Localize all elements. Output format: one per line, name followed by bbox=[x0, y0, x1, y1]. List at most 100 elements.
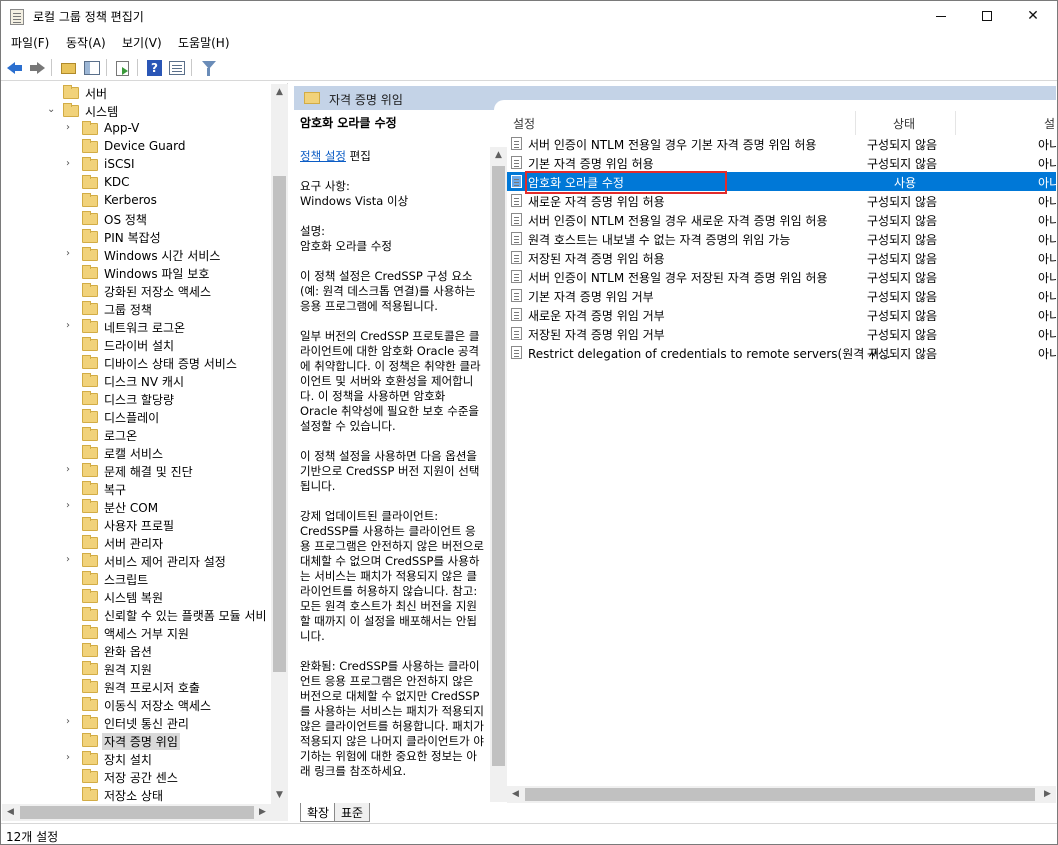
chevron-right-icon[interactable] bbox=[66, 681, 76, 691]
scroll-left-arrow-icon[interactable]: ◀ bbox=[507, 786, 524, 803]
console-tree[interactable]: 서버 ⌄ 시스템 › App-V Device Guard › iSCSI KDC Kerbero… bbox=[2, 83, 288, 821]
policy-row[interactable]: 저장된 자격 증명 위임 거부 구성되지 않음 아니 bbox=[507, 324, 1056, 343]
chevron-right-icon[interactable] bbox=[66, 411, 76, 421]
tree-item[interactable]: › iSCSI bbox=[2, 156, 272, 174]
chevron-right-icon[interactable] bbox=[66, 393, 76, 403]
chevron-right-icon[interactable] bbox=[66, 357, 76, 367]
chevron-right-icon[interactable]: › bbox=[66, 717, 76, 727]
chevron-right-icon[interactable] bbox=[66, 141, 76, 151]
tree-item[interactable]: › 문제 해결 및 진단 bbox=[2, 462, 272, 480]
tab-standard[interactable]: 표준 bbox=[334, 803, 371, 822]
filter-button[interactable] bbox=[199, 58, 219, 78]
back-button[interactable] bbox=[5, 58, 25, 78]
chevron-right-icon[interactable] bbox=[66, 699, 76, 709]
tree-item[interactable]: 자격 증명 위임 bbox=[2, 732, 272, 750]
tree-item[interactable]: PIN 복잡성 bbox=[2, 228, 272, 246]
chevron-right-icon[interactable] bbox=[47, 87, 57, 97]
tree-item[interactable]: › App-V bbox=[2, 120, 272, 138]
tree-item[interactable]: 강화된 저장소 액세스 bbox=[2, 282, 272, 300]
scrollbar-thumb[interactable] bbox=[492, 166, 505, 766]
chevron-down-icon[interactable]: ⌄ bbox=[47, 105, 57, 115]
tree-item[interactable]: 저장소 상태 bbox=[2, 786, 272, 804]
properties-button[interactable] bbox=[167, 58, 187, 78]
policy-row[interactable]: 서버 인증이 NTLM 전용일 경우 기본 자격 증명 위임 허용 구성되지 않음… bbox=[507, 134, 1056, 153]
policy-row[interactable]: 암호화 오라클 수정 사용 아니 bbox=[507, 171, 1056, 194]
description-scrollbar[interactable]: ▲ bbox=[490, 147, 507, 802]
chevron-right-icon[interactable] bbox=[66, 771, 76, 781]
chevron-right-icon[interactable]: › bbox=[66, 249, 76, 259]
chevron-right-icon[interactable]: › bbox=[66, 321, 76, 331]
chevron-right-icon[interactable]: › bbox=[66, 501, 76, 511]
scrollbar-thumb[interactable] bbox=[525, 788, 1035, 801]
tree-item[interactable]: › 네트워크 로그온 bbox=[2, 318, 272, 336]
list-horizontal-scrollbar[interactable]: ◀ ▶ bbox=[507, 786, 1056, 803]
tree-item[interactable]: 서버 bbox=[2, 84, 272, 102]
tree-item[interactable]: › 인터넷 통신 관리 bbox=[2, 714, 272, 732]
tree-item[interactable]: 시스템 복원 bbox=[2, 588, 272, 606]
edit-policy-link[interactable]: 정책 설정 bbox=[300, 149, 346, 163]
tree-item[interactable]: Device Guard bbox=[2, 138, 272, 156]
tree-item[interactable]: 디스플레이 bbox=[2, 408, 272, 426]
scroll-down-arrow-icon[interactable]: ▼ bbox=[271, 787, 288, 804]
scroll-up-arrow-icon[interactable]: ▲ bbox=[490, 147, 507, 164]
chevron-right-icon[interactable]: › bbox=[66, 159, 76, 169]
tree-item[interactable]: 완화 옵션 bbox=[2, 642, 272, 660]
tree-item[interactable]: 저장 공간 센스 bbox=[2, 768, 272, 786]
forward-button[interactable] bbox=[27, 58, 47, 78]
chevron-right-icon[interactable]: › bbox=[66, 555, 76, 565]
tree-item[interactable]: 서버 관리자 bbox=[2, 534, 272, 552]
policy-row[interactable]: 새로운 자격 증명 위임 거부 구성되지 않음 아니 bbox=[507, 305, 1056, 324]
chevron-right-icon[interactable] bbox=[66, 789, 76, 799]
chevron-right-icon[interactable] bbox=[66, 195, 76, 205]
column-header-comment[interactable]: 설 bbox=[956, 111, 1056, 135]
tree-vertical-scrollbar[interactable]: ▲ ▼ bbox=[271, 84, 288, 804]
minimize-button[interactable] bbox=[918, 1, 964, 32]
policy-row[interactable]: 기본 자격 증명 위임 허용 구성되지 않음 아니 bbox=[507, 153, 1056, 172]
policy-row[interactable]: 서버 인증이 NTLM 전용일 경우 새로운 자격 증명 위임 허용 구성되지 않… bbox=[507, 210, 1056, 229]
tree-item[interactable]: › 장치 설치 bbox=[2, 750, 272, 768]
chevron-right-icon[interactable] bbox=[66, 267, 76, 277]
tree-item[interactable]: 드라이버 설치 bbox=[2, 336, 272, 354]
scrollbar-thumb[interactable] bbox=[273, 176, 286, 672]
tree-item[interactable]: 사용자 프로필 bbox=[2, 516, 272, 534]
chevron-right-icon[interactable] bbox=[66, 375, 76, 385]
chevron-right-icon[interactable] bbox=[66, 483, 76, 493]
column-header-setting[interactable]: 설정 bbox=[507, 111, 856, 135]
tree-item[interactable]: 디스크 NV 캐시 bbox=[2, 372, 272, 390]
tree-item[interactable]: 원격 지원 bbox=[2, 660, 272, 678]
tree-item[interactable]: 디바이스 상태 증명 서비스 bbox=[2, 354, 272, 372]
chevron-right-icon[interactable] bbox=[66, 573, 76, 583]
chevron-right-icon[interactable] bbox=[66, 231, 76, 241]
menu-file[interactable]: 파일(F) bbox=[11, 34, 49, 51]
tree-item[interactable]: 원격 프로시저 호출 bbox=[2, 678, 272, 696]
help-button[interactable]: ? bbox=[144, 58, 164, 78]
chevron-right-icon[interactable] bbox=[66, 609, 76, 619]
tree-item[interactable]: › 분산 COM bbox=[2, 498, 272, 516]
scroll-left-arrow-icon[interactable]: ◀ bbox=[2, 804, 19, 821]
scroll-up-arrow-icon[interactable]: ▲ bbox=[271, 84, 288, 101]
close-button[interactable]: ✕ bbox=[1010, 1, 1056, 32]
tree-item[interactable]: KDC bbox=[2, 174, 272, 192]
up-one-level-button[interactable] bbox=[58, 58, 78, 78]
chevron-right-icon[interactable] bbox=[66, 213, 76, 223]
tab-extended[interactable]: 확장 bbox=[300, 803, 337, 822]
policy-row[interactable]: 기본 자격 증명 위임 거부 구성되지 않음 아니 bbox=[507, 286, 1056, 305]
policy-row[interactable]: 원격 호스트는 내보낼 수 없는 자격 증명의 위임 가능 구성되지 않음 아니 bbox=[507, 229, 1056, 248]
chevron-right-icon[interactable] bbox=[66, 735, 76, 745]
menu-help[interactable]: 도움말(H) bbox=[178, 34, 230, 51]
scroll-right-arrow-icon[interactable]: ▶ bbox=[1039, 786, 1056, 803]
column-header-state[interactable]: 상태 bbox=[856, 111, 956, 135]
chevron-right-icon[interactable] bbox=[66, 285, 76, 295]
chevron-right-icon[interactable] bbox=[66, 537, 76, 547]
menu-view[interactable]: 보기(V) bbox=[122, 34, 162, 51]
chevron-right-icon[interactable] bbox=[66, 591, 76, 601]
tree-item[interactable]: 이동식 저장소 액세스 bbox=[2, 696, 272, 714]
scrollbar-thumb[interactable] bbox=[20, 806, 254, 819]
chevron-right-icon[interactable] bbox=[66, 645, 76, 655]
tree-item[interactable]: Kerberos bbox=[2, 192, 272, 210]
tree-item[interactable]: 로그온 bbox=[2, 426, 272, 444]
tree-item[interactable]: 그룹 정책 bbox=[2, 300, 272, 318]
tree-item[interactable]: Windows 파일 보호 bbox=[2, 264, 272, 282]
policy-row[interactable]: Restrict delegation of credentials to re… bbox=[507, 343, 1056, 362]
chevron-right-icon[interactable] bbox=[66, 303, 76, 313]
